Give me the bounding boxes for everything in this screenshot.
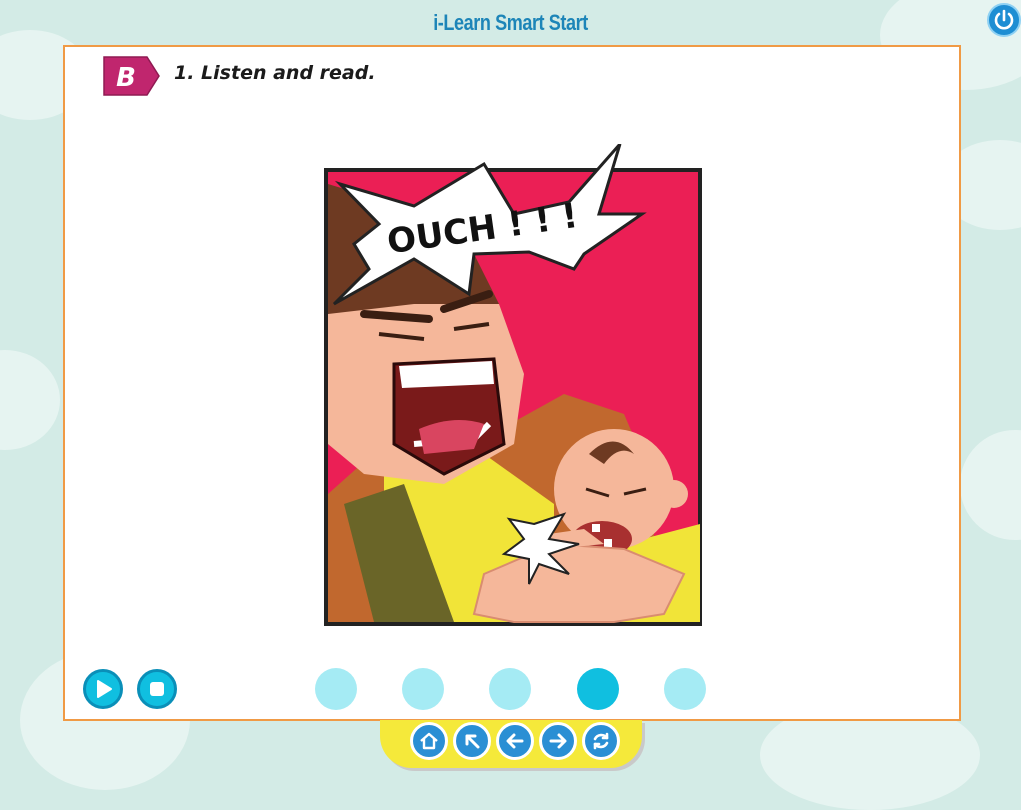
progress-dot[interactable] (489, 668, 531, 710)
section-badge: B (103, 56, 160, 96)
home-icon (420, 732, 438, 750)
forward-button[interactable] (539, 722, 577, 760)
refresh-button[interactable] (582, 722, 620, 760)
comic-illustration: OUCH ! ! ! (324, 144, 702, 626)
background-cloud (0, 350, 60, 450)
back-button[interactable] (496, 722, 534, 760)
progress-dot[interactable] (402, 668, 444, 710)
stop-icon (150, 682, 164, 696)
arrow-right-icon (549, 733, 567, 749)
section-letter: B (116, 63, 136, 93)
progress-dot[interactable] (315, 668, 357, 710)
play-button[interactable] (83, 669, 123, 709)
menu-up-button[interactable] (453, 722, 491, 760)
power-button[interactable] (987, 3, 1021, 37)
power-icon (994, 9, 1014, 30)
progress-dot[interactable] (664, 668, 706, 710)
progress-dot-active[interactable] (577, 668, 619, 710)
refresh-icon (593, 732, 609, 750)
home-button[interactable] (410, 722, 448, 760)
activity-panel: B 1. Listen and read. OUCH ! ! ! (63, 45, 961, 721)
background-cloud (960, 430, 1021, 540)
stop-button[interactable] (137, 669, 177, 709)
arrow-up-left-icon (465, 734, 480, 749)
arrow-left-icon (506, 733, 524, 749)
play-icon (97, 680, 112, 698)
app-title: i-Learn Smart Start (433, 10, 588, 35)
instruction-text: 1. Listen and read. (174, 62, 376, 84)
